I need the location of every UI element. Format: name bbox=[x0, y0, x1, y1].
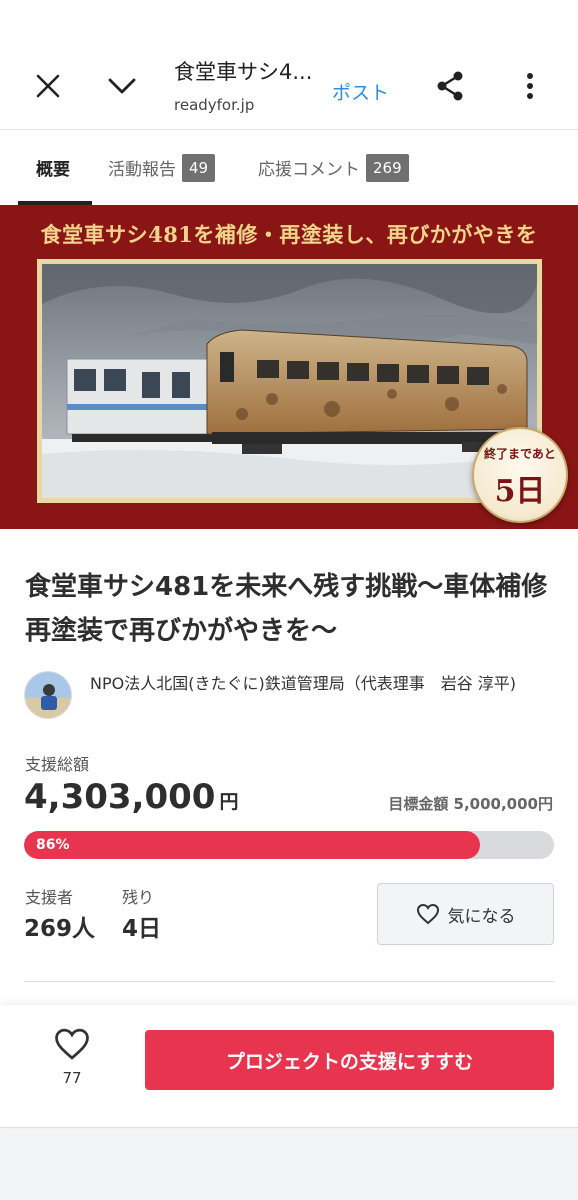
remaining-label: 残り bbox=[122, 888, 155, 907]
watch-label: 気になる bbox=[447, 906, 516, 927]
support-project-button[interactable]: プロジェクトの支援にすすむ bbox=[145, 1030, 554, 1090]
hero-photo-frame bbox=[37, 259, 542, 503]
page-url: readyfor.jp bbox=[174, 96, 255, 114]
tab-label: 概要 bbox=[36, 160, 70, 180]
supporters-count: 269人 bbox=[24, 916, 96, 942]
page-info: 食堂車サシ4... readyfor.jp bbox=[174, 56, 324, 114]
tab-label: 活動報告 bbox=[108, 160, 176, 180]
share-icon[interactable] bbox=[428, 64, 472, 108]
avatar[interactable] bbox=[24, 671, 72, 719]
bottom-action-bar: 77 プロジェクトの支援にすすむ bbox=[0, 1005, 578, 1128]
watch-button[interactable]: 気になる bbox=[377, 883, 554, 945]
chevron-down-icon[interactable] bbox=[100, 64, 144, 108]
like-button[interactable]: 77 bbox=[44, 1027, 100, 1097]
goal-amount: 目標金額 5,000,000円 bbox=[388, 795, 553, 813]
progress-percent: 86% bbox=[36, 837, 70, 853]
remaining-days: 4日 bbox=[122, 916, 162, 942]
count-badge: 49 bbox=[182, 153, 216, 182]
supporters-label: 支援者 bbox=[25, 888, 74, 907]
total-amount: 4,303,000 円 bbox=[24, 777, 238, 817]
tab-comments[interactable]: 応援コメント 269 bbox=[258, 130, 409, 205]
days-left-badge: 終了まであと 5日 bbox=[472, 427, 568, 523]
badge-days: 5日 bbox=[494, 474, 546, 509]
close-icon[interactable] bbox=[28, 64, 68, 108]
progress-fill: 86% bbox=[24, 831, 480, 859]
heart-icon bbox=[55, 1028, 89, 1060]
tab-label: 応援コメント bbox=[258, 160, 360, 180]
project-title: 食堂車サシ481を未来へ残す挑戦〜車体補修再塗装で再びかがやきを〜 bbox=[25, 572, 548, 646]
tab-overview[interactable]: 概要 bbox=[36, 130, 70, 205]
browser-header: 食堂車サシ4... readyfor.jp ポスト bbox=[0, 0, 578, 130]
hero-banner: 食堂車サシ481を補修・再塗装し、再びかがやきを 終了まであと 5日 bbox=[0, 205, 578, 529]
heart-outline-icon bbox=[416, 903, 439, 925]
project-summary: 食堂車サシ481を未来へ残す挑戦〜車体補修再塗装で再びかがやきを〜 NPO法人北… bbox=[0, 529, 578, 1005]
badge-label: 終了まであと bbox=[484, 447, 556, 461]
owner-name[interactable]: NPO法人北国(きたぐに)鉄道管理局（代表理事 岩谷 淳平) bbox=[90, 671, 560, 696]
tab-bar: 概要 活動報告 49 応援コメント 269 bbox=[0, 130, 578, 205]
progress-bar: 86% bbox=[24, 831, 554, 859]
currency: 円 bbox=[219, 791, 239, 813]
total-label: 支援総額 bbox=[25, 755, 90, 774]
amount-value: 4,303,000 bbox=[24, 777, 216, 817]
post-link[interactable]: ポスト bbox=[332, 78, 389, 105]
train-photo bbox=[42, 264, 537, 498]
more-vertical-icon[interactable] bbox=[510, 64, 550, 108]
page-title: 食堂車サシ4... bbox=[174, 60, 313, 84]
hero-caption: 食堂車サシ481を補修・再塗装し、再びかがやきを bbox=[40, 222, 538, 247]
like-count: 77 bbox=[62, 1069, 82, 1087]
count-badge: 269 bbox=[366, 153, 409, 182]
divider bbox=[24, 981, 554, 982]
tab-activity-reports[interactable]: 活動報告 49 bbox=[108, 130, 216, 205]
